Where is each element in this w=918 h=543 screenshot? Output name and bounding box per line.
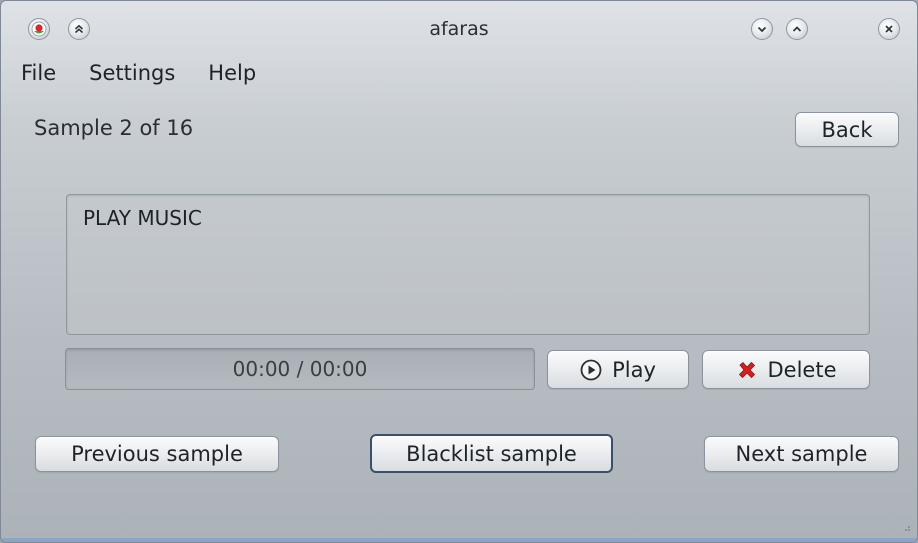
- play-icon: [580, 359, 602, 381]
- previous-sample-label: Previous sample: [71, 442, 243, 466]
- time-display: 00:00 / 00:00: [232, 357, 368, 381]
- resize-grip-icon[interactable]: [901, 522, 911, 532]
- delete-button-label: Delete: [767, 357, 837, 382]
- next-sample-button[interactable]: Next sample: [704, 436, 899, 472]
- blacklist-sample-button[interactable]: Blacklist sample: [370, 434, 613, 473]
- red-x-icon: [736, 359, 758, 381]
- title-bar[interactable]: afaras: [1, 1, 917, 57]
- chevron-up-icon[interactable]: [786, 18, 808, 40]
- previous-sample-button[interactable]: Previous sample: [35, 436, 279, 472]
- next-sample-label: Next sample: [735, 442, 868, 466]
- play-button[interactable]: Play: [547, 350, 689, 389]
- blacklist-sample-label: Blacklist sample: [406, 441, 577, 466]
- sample-text: PLAY MUSIC: [83, 206, 202, 230]
- sample-text-area[interactable]: PLAY MUSIC: [66, 194, 870, 335]
- back-button[interactable]: Back: [795, 112, 899, 147]
- menu-bar: File Settings Help: [21, 59, 289, 87]
- back-button-label: Back: [821, 117, 873, 142]
- delete-button[interactable]: Delete: [702, 350, 870, 389]
- menu-settings[interactable]: Settings: [89, 59, 175, 87]
- main-window: afaras File Settings Help Sample 2 of 16…: [0, 0, 918, 543]
- chevron-down-icon[interactable]: [751, 18, 773, 40]
- window-title: afaras: [429, 18, 489, 40]
- menu-help[interactable]: Help: [208, 59, 256, 87]
- playback-time-bar[interactable]: 00:00 / 00:00: [65, 348, 535, 390]
- menu-file[interactable]: File: [21, 59, 56, 87]
- play-button-label: Play: [612, 357, 656, 382]
- sample-counter: Sample 2 of 16: [34, 116, 194, 140]
- close-icon[interactable]: [878, 18, 900, 40]
